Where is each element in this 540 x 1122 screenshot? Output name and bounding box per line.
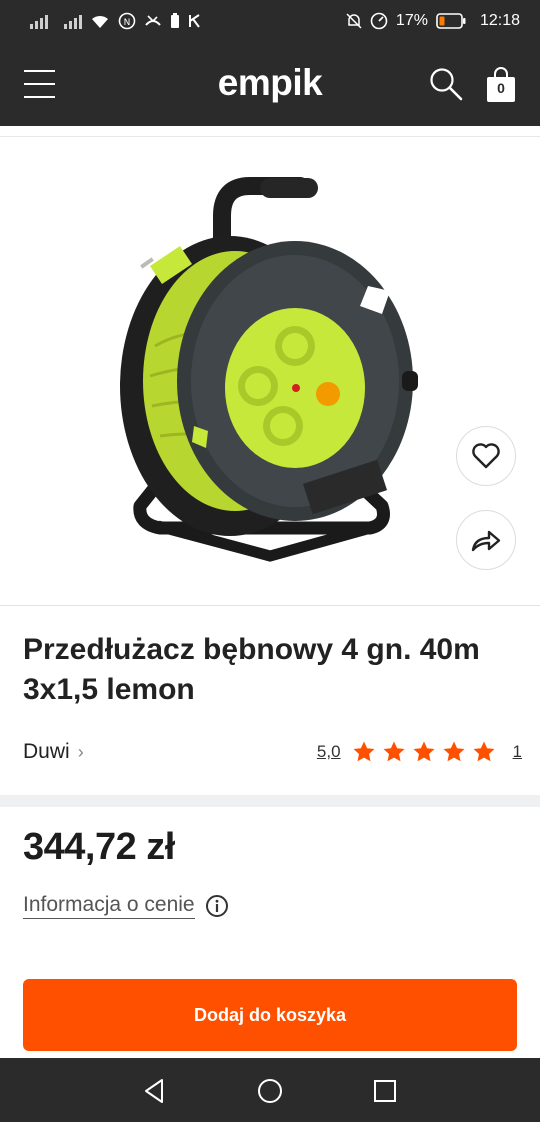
star-icon bbox=[413, 741, 435, 762]
divider bbox=[0, 136, 540, 137]
star-icon bbox=[383, 741, 405, 762]
favorite-button[interactable] bbox=[456, 426, 516, 486]
rating[interactable]: 5,0 1 bbox=[317, 740, 522, 764]
section-divider bbox=[0, 795, 540, 807]
price-info-link[interactable]: Informacja o cenie bbox=[23, 893, 195, 919]
price: 344,72 zł bbox=[23, 826, 175, 868]
star-icon bbox=[443, 741, 465, 762]
cart-button[interactable]: 0 bbox=[484, 66, 518, 104]
signal-icon bbox=[30, 13, 48, 29]
add-to-cart-button[interactable]: Dodaj do koszyka bbox=[23, 979, 517, 1051]
star-icon bbox=[353, 741, 375, 762]
cart-count: 0 bbox=[497, 80, 505, 96]
brand-link[interactable]: Duwi › bbox=[23, 740, 84, 764]
review-count[interactable]: 1 bbox=[513, 742, 522, 762]
speed-icon bbox=[370, 12, 388, 30]
product-image[interactable] bbox=[110, 176, 430, 566]
app-header: empik 0 bbox=[0, 42, 540, 126]
info-icon[interactable] bbox=[205, 894, 229, 918]
star-icon bbox=[473, 741, 495, 762]
recents-icon[interactable] bbox=[370, 1076, 400, 1106]
battery-icon bbox=[436, 13, 466, 29]
chevron-right-icon: › bbox=[77, 741, 84, 762]
signal-icon bbox=[64, 13, 82, 29]
system-nav-bar bbox=[0, 1058, 540, 1122]
share-arrow-icon bbox=[471, 530, 501, 552]
brand-name: Duwi bbox=[23, 740, 70, 763]
battery-percent: 17% bbox=[395, 12, 428, 29]
nfc-icon: N bbox=[118, 12, 136, 30]
home-icon[interactable] bbox=[255, 1076, 285, 1106]
rating-stars bbox=[351, 740, 497, 764]
search-icon bbox=[430, 68, 463, 101]
missed-call-icon bbox=[145, 15, 161, 26]
app-icon bbox=[189, 14, 200, 28]
svg-text:N: N bbox=[124, 18, 131, 28]
status-left-icons: N bbox=[30, 12, 202, 30]
status-bar: N 17% 12:18 bbox=[0, 0, 540, 42]
battery-saver-icon bbox=[171, 13, 179, 28]
wifi-icon bbox=[92, 15, 108, 28]
search-button[interactable] bbox=[428, 66, 466, 104]
clock: 12:18 bbox=[479, 12, 520, 29]
rating-value[interactable]: 5,0 bbox=[317, 742, 341, 762]
status-right-icons: 17% 12:18 bbox=[346, 12, 520, 30]
heart-icon bbox=[472, 443, 500, 469]
product-title: Przedłużacz bębnowy 4 gn. 40m 3x1,5 lemo… bbox=[23, 633, 480, 706]
product-gallery[interactable] bbox=[0, 126, 540, 606]
mute-icon bbox=[346, 13, 362, 29]
price-info[interactable]: Informacja o cenie bbox=[23, 893, 229, 919]
back-icon[interactable] bbox=[140, 1076, 170, 1106]
share-button[interactable] bbox=[456, 510, 516, 570]
